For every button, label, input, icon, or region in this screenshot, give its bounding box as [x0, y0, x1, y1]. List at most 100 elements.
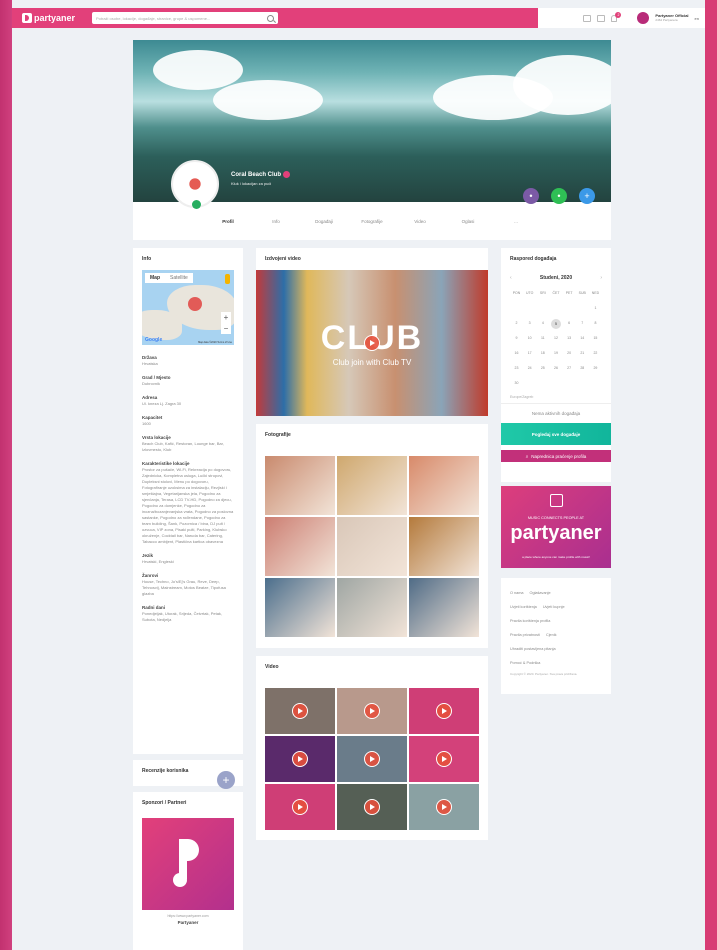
photo-thumbnail[interactable]: [337, 578, 407, 637]
calendar-day[interactable]: 3: [523, 316, 536, 331]
play-icon[interactable]: [436, 751, 452, 767]
partyaner-banner[interactable]: MUSIC CONNECTS PEOPLE AT partyaner a pla…: [501, 486, 611, 568]
calendar-day[interactable]: 25: [536, 361, 549, 376]
calendar-day[interactable]: 8: [589, 316, 602, 331]
calendar-day[interactable]: 24: [523, 361, 536, 376]
footer-link[interactable]: Uvjeti kupnje: [543, 605, 565, 609]
calendar-day[interactable]: 2: [510, 316, 523, 331]
calendar-day[interactable]: 29: [589, 361, 602, 376]
play-icon[interactable]: [292, 799, 308, 815]
calendar-day[interactable]: 1: [589, 301, 602, 316]
footer-link[interactable]: Pravila privatnosti: [510, 633, 540, 637]
video-thumbnail[interactable]: [265, 688, 335, 734]
footer-link[interactable]: Pravila korištenja profila: [510, 619, 550, 623]
calendar-day[interactable]: 5: [550, 318, 561, 329]
notifications-icon[interactable]: 2: [611, 11, 622, 22]
video-thumbnail[interactable]: [337, 784, 407, 830]
promote-profile-button[interactable]: ⌕ Naprednica praćenje profila: [501, 450, 611, 462]
footer-link[interactable]: Uvjeti korištenja: [510, 605, 537, 609]
messages-icon[interactable]: [583, 14, 592, 22]
photo-thumbnail[interactable]: [265, 517, 335, 576]
calendar-day[interactable]: 27: [563, 361, 576, 376]
tab-dogadaji[interactable]: Događaji: [300, 219, 348, 224]
calendar-day[interactable]: 4: [536, 316, 549, 331]
video-thumbnail[interactable]: [337, 736, 407, 782]
sponsor-url[interactable]: https://www.partyaner.com: [133, 914, 243, 918]
video-thumbnail[interactable]: [409, 736, 479, 782]
photo-thumbnail[interactable]: [337, 456, 407, 515]
calendar-day[interactable]: 13: [563, 331, 576, 346]
photo-thumbnail[interactable]: [265, 578, 335, 637]
calendar-day[interactable]: 30: [510, 376, 523, 391]
tab-oglasi[interactable]: Oglasi: [444, 219, 492, 224]
tab-fotografije[interactable]: Fotografije: [348, 219, 396, 224]
user-menu[interactable]: Partyaner Official 2464 Partyanera: [655, 13, 688, 23]
view-all-events-button[interactable]: Pogledaj sve događaje: [501, 423, 611, 445]
calendar-day[interactable]: 14: [576, 331, 589, 346]
play-icon[interactable]: [364, 703, 380, 719]
calendar-day[interactable]: 20: [563, 346, 576, 361]
next-month-button[interactable]: ›: [600, 275, 602, 281]
profile-picture[interactable]: [171, 160, 219, 209]
play-icon[interactable]: [436, 799, 452, 815]
calendar-day[interactable]: 19: [549, 346, 562, 361]
tab-profil[interactable]: Profil: [204, 219, 252, 224]
play-icon[interactable]: [364, 751, 380, 767]
footer-link[interactable]: Oglašavanje: [530, 591, 551, 595]
map-zoom-controls[interactable]: + −: [221, 312, 231, 334]
video-thumbnail[interactable]: [409, 784, 479, 830]
calendar-day[interactable]: 26: [549, 361, 562, 376]
calendar-day[interactable]: 21: [576, 346, 589, 361]
map-type-map[interactable]: Map: [145, 273, 165, 283]
calendar-day[interactable]: 12: [549, 331, 562, 346]
footer-link[interactable]: Pomoć & Podrška: [510, 661, 540, 665]
calendar-day[interactable]: 11: [536, 331, 549, 346]
play-icon[interactable]: [436, 703, 452, 719]
video-thumbnail[interactable]: [265, 784, 335, 830]
photo-thumbnail[interactable]: [337, 517, 407, 576]
video-thumbnail[interactable]: [265, 736, 335, 782]
search-icon[interactable]: [267, 14, 274, 22]
map-type-satellite[interactable]: Satellite: [165, 273, 193, 283]
calendar-day[interactable]: 15: [589, 331, 602, 346]
footer-link[interactable]: Cjenik: [546, 633, 557, 637]
friends-icon[interactable]: [597, 14, 606, 22]
calendar-day[interactable]: 10: [523, 331, 536, 346]
calendar-day[interactable]: 18: [536, 346, 549, 361]
video-thumbnail[interactable]: [409, 688, 479, 734]
play-icon[interactable]: [292, 703, 308, 719]
video-thumbnail[interactable]: [337, 688, 407, 734]
play-icon[interactable]: [364, 799, 380, 815]
photo-thumbnail[interactable]: [265, 456, 335, 515]
map-pin-icon[interactable]: [188, 297, 202, 311]
calendar-day[interactable]: 28: [576, 361, 589, 376]
calendar-day[interactable]: 9: [510, 331, 523, 346]
play-icon[interactable]: [292, 751, 308, 767]
photo-thumbnail[interactable]: [409, 517, 479, 576]
play-icon[interactable]: [364, 335, 380, 351]
calendar-day[interactable]: 16: [510, 346, 523, 361]
calendar-day[interactable]: 7: [576, 316, 589, 331]
search-input[interactable]: Potraži osobe, lokacije, događaje, stran…: [92, 12, 278, 24]
calendar-day[interactable]: 17: [523, 346, 536, 361]
footer-link[interactable]: O nama: [510, 591, 524, 595]
featured-video-player[interactable]: CLUB Club join with Club TV: [256, 270, 488, 416]
sponsor-logo[interactable]: [142, 818, 234, 910]
user-avatar[interactable]: [637, 12, 650, 24]
prev-month-button[interactable]: ‹: [510, 275, 512, 281]
footer-link-row: O nama Oglašavanje: [510, 586, 602, 600]
calendar-day[interactable]: 22: [589, 346, 602, 361]
add-review-button[interactable]: +: [217, 771, 235, 789]
tab-more[interactable]: ...: [492, 219, 540, 224]
tab-video[interactable]: Video: [396, 219, 444, 224]
street-view-icon[interactable]: [225, 274, 230, 284]
calendar-day[interactable]: 23: [510, 361, 523, 376]
location-map[interactable]: Map Satellite + − Google Map data ©2020 T…: [142, 270, 234, 345]
footer-link[interactable]: Uhraditi postavljena pitanja: [510, 647, 556, 651]
tab-info[interactable]: Info: [252, 219, 300, 224]
photo-thumbnail[interactable]: [409, 578, 479, 637]
photo-thumbnail[interactable]: [409, 456, 479, 515]
language-select[interactable]: en: [695, 16, 699, 21]
calendar-day[interactable]: 6: [563, 316, 576, 331]
partyaner-logo[interactable]: partyaner: [22, 13, 92, 23]
